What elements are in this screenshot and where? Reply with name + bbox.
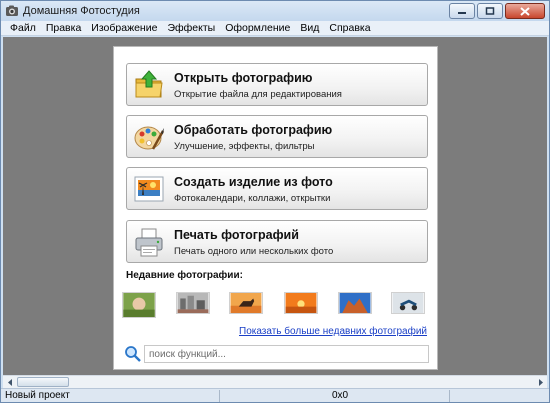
scroll-right-arrow[interactable] <box>534 376 547 388</box>
create-product-desc: Фотокалендари, коллажи, открытки <box>174 193 331 204</box>
create-product-title: Создать изделие из фото <box>174 175 333 189</box>
window-title: Домашняя Фотостудия <box>23 5 140 17</box>
recent-photos-label: Недавние фотографии: <box>126 270 243 281</box>
menu-effects[interactable]: Эффекты <box>162 22 220 34</box>
title-bar[interactable]: Домашняя Фотостудия <box>1 1 549 21</box>
menu-help[interactable]: Справка <box>324 22 375 34</box>
window-controls <box>447 3 545 19</box>
start-panel: Открыть фотографию Открытие файла для ре… <box>113 46 438 370</box>
recent-thumbnails <box>122 292 432 318</box>
close-icon <box>520 6 530 16</box>
process-photo-button[interactable]: Обработать фотографию Улучшение, эффекты… <box>126 115 428 158</box>
menu-design[interactable]: Оформление <box>220 22 295 34</box>
recent-thumbnail-scooter[interactable] <box>391 292 425 314</box>
menu-file[interactable]: Файл <box>5 22 41 34</box>
recent-thumbnail-horse[interactable] <box>229 292 263 314</box>
status-project-name: Новый проект <box>5 390 70 401</box>
palette-icon <box>134 126 165 150</box>
status-image-size: 0x0 <box>332 390 349 401</box>
minimize-button[interactable] <box>449 3 475 19</box>
maximize-button[interactable] <box>477 3 503 19</box>
process-photo-title: Обработать фотографию <box>174 123 333 137</box>
create-product-button[interactable]: Создать изделие из фото Фотокалендари, к… <box>126 167 428 210</box>
search-icon <box>125 346 141 362</box>
print-photos-title: Печать фотографий <box>174 228 299 242</box>
menu-bar: Файл Правка Изображение Эффекты Оформлен… <box>1 21 549 36</box>
arrow-right-icon <box>538 378 543 386</box>
status-divider <box>219 390 220 402</box>
scrollbar-thumb[interactable] <box>17 377 69 387</box>
show-more-recent-link[interactable]: Показать больше недавних фотографий <box>239 326 427 337</box>
menu-edit[interactable]: Правка <box>41 22 86 34</box>
process-photo-desc: Улучшение, эффекты, фильтры <box>174 141 315 152</box>
status-divider <box>449 390 450 402</box>
print-photos-button[interactable]: Печать фотографий Печать одного или неск… <box>126 220 428 263</box>
status-bar: Новый проект 0x0 <box>1 388 549 402</box>
arrow-left-icon <box>7 378 12 386</box>
menu-view[interactable]: Вид <box>295 22 324 34</box>
search-box <box>124 344 430 364</box>
open-photo-desc: Открытие файла для редактирования <box>174 89 342 100</box>
maximize-icon <box>485 7 495 15</box>
menu-image[interactable]: Изображение <box>86 22 162 34</box>
open-photo-title: Открыть фотографию <box>174 71 313 85</box>
open-photo-button[interactable]: Открыть фотографию Открытие файла для ре… <box>126 63 428 106</box>
photo-product-icon <box>134 176 164 202</box>
scroll-left-arrow[interactable] <box>3 376 16 388</box>
recent-thumbnail-sunset[interactable] <box>284 292 318 314</box>
minimize-icon <box>458 12 466 14</box>
printer-icon <box>135 228 163 257</box>
search-input[interactable] <box>144 345 429 363</box>
print-photos-desc: Печать одного или нескольких фото <box>174 246 334 257</box>
horizontal-scrollbar[interactable] <box>3 375 547 388</box>
recent-thumbnail-desert[interactable] <box>338 292 372 314</box>
camera-icon <box>6 5 18 16</box>
close-button[interactable] <box>505 3 545 19</box>
recent-thumbnail-city[interactable] <box>176 292 210 314</box>
open-folder-icon <box>135 70 163 98</box>
recent-thumbnail-garden[interactable] <box>122 292 156 318</box>
app-window: Домашняя Фотостудия Файл Правка Изображе… <box>0 0 550 403</box>
